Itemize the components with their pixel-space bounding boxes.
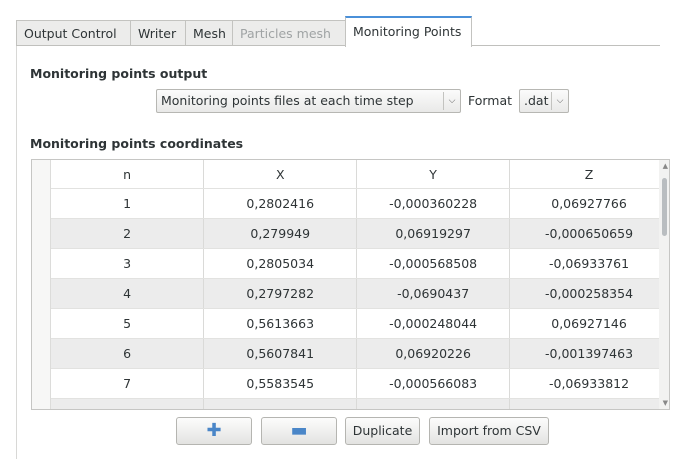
- duplicate-button[interactable]: Duplicate: [345, 417, 420, 445]
- tab-writer[interactable]: Writer: [130, 20, 186, 46]
- cell-x[interactable]: 0,5605911: [203, 398, 358, 409]
- scroll-down-icon[interactable]: ▼: [663, 399, 668, 407]
- table-row[interactable]: 8 0,5605911 0,06904431 0,000937696: [51, 398, 669, 409]
- tab-label: Particles mesh: [240, 26, 331, 41]
- coordinates-table[interactable]: n X Y Z 1 0,2802416 -0,000360228 0,06927…: [31, 159, 670, 410]
- cell-y[interactable]: 0,06904431: [356, 398, 511, 409]
- cell-n: 4: [51, 278, 205, 309]
- cell-n: 2: [51, 218, 205, 249]
- import-csv-button[interactable]: Import from CSV: [429, 417, 549, 445]
- row-header-gutter: [32, 160, 51, 409]
- cell-x[interactable]: 0,5607841: [203, 338, 358, 369]
- table-row[interactable]: 2 0,279949 0,06919297 -0,000650659: [51, 218, 669, 249]
- add-point-button[interactable]: ✚: [176, 417, 252, 445]
- cell-z[interactable]: -0,000258354: [509, 278, 669, 309]
- cell-x[interactable]: 0,2805034: [203, 248, 358, 279]
- table-header-row: n X Y Z: [51, 160, 669, 189]
- cell-y[interactable]: -0,000566083: [356, 368, 511, 399]
- cell-y[interactable]: -0,000360228: [356, 188, 511, 219]
- minus-icon: ▬: [290, 420, 308, 441]
- cell-x[interactable]: 0,5583545: [203, 368, 358, 399]
- cell-z[interactable]: 0,000937696: [509, 398, 669, 409]
- format-combo[interactable]: .dat ⌵: [519, 89, 569, 113]
- tab-particles-mesh: Particles mesh: [232, 20, 346, 46]
- cell-n: 7: [51, 368, 205, 399]
- column-header-y[interactable]: Y: [356, 160, 511, 189]
- cell-z[interactable]: -0,000650659: [509, 218, 669, 249]
- format-value: .dat: [524, 93, 549, 108]
- tab-bar: Output Control Writer Mesh Particles mes…: [16, 16, 660, 47]
- cell-n: 5: [51, 308, 205, 339]
- tab-monitoring-points[interactable]: Monitoring Points: [345, 16, 472, 47]
- tab-mesh[interactable]: Mesh: [185, 20, 233, 46]
- cell-n: 3: [51, 248, 205, 279]
- tab-label: Mesh: [193, 26, 226, 41]
- cell-z[interactable]: 0,06927766: [509, 188, 669, 219]
- tab-label: Monitoring Points: [353, 24, 462, 39]
- cell-x[interactable]: 0,2797282: [203, 278, 358, 309]
- output-frequency-combo[interactable]: Monitoring points files at each time ste…: [156, 89, 461, 113]
- column-header-z[interactable]: Z: [509, 160, 669, 189]
- table-row[interactable]: 3 0,2805034 -0,000568508 -0,06933761: [51, 248, 669, 279]
- cell-z[interactable]: -0,001397463: [509, 338, 669, 369]
- tab-label: Writer: [138, 26, 177, 41]
- table-row[interactable]: 6 0,5607841 0,06920226 -0,001397463: [51, 338, 669, 369]
- cell-y[interactable]: 0,06919297: [356, 218, 511, 249]
- table-row[interactable]: 1 0,2802416 -0,000360228 0,06927766: [51, 188, 669, 219]
- cell-n: 8: [51, 398, 205, 409]
- scrollbar-thumb[interactable]: [662, 178, 667, 236]
- remove-point-button[interactable]: ▬: [261, 417, 337, 445]
- table-vertical-scrollbar[interactable]: ▲ ▼: [659, 160, 669, 409]
- cell-z[interactable]: -0,06933761: [509, 248, 669, 279]
- table-row[interactable]: 7 0,5583545 -0,000566083 -0,06933812: [51, 368, 669, 399]
- cell-y[interactable]: -0,000248044: [356, 308, 511, 339]
- chevron-down-icon: ⌵: [551, 92, 568, 110]
- cell-y[interactable]: 0,06920226: [356, 338, 511, 369]
- table-row[interactable]: 4 0,2797282 -0,0690437 -0,000258354: [51, 278, 669, 309]
- cell-y[interactable]: -0,000568508: [356, 248, 511, 279]
- monitoring-output-heading: Monitoring points output: [30, 66, 208, 81]
- tab-label: Output Control: [24, 26, 117, 41]
- cell-x[interactable]: 0,5613663: [203, 308, 358, 339]
- table-row[interactable]: 5 0,5613663 -0,000248044 0,06927146: [51, 308, 669, 339]
- cell-z[interactable]: 0,06927146: [509, 308, 669, 339]
- cell-x[interactable]: 0,2802416: [203, 188, 358, 219]
- cell-n: 6: [51, 338, 205, 369]
- output-frequency-value: Monitoring points files at each time ste…: [161, 93, 414, 108]
- cell-z[interactable]: -0,06933812: [509, 368, 669, 399]
- cell-y[interactable]: -0,0690437: [356, 278, 511, 309]
- monitoring-coordinates-heading: Monitoring points coordinates: [30, 136, 244, 151]
- scroll-up-icon[interactable]: ▲: [663, 162, 668, 170]
- format-label: Format: [468, 93, 513, 108]
- column-header-n[interactable]: n: [51, 160, 205, 189]
- column-header-x[interactable]: X: [203, 160, 358, 189]
- cell-x[interactable]: 0,279949: [203, 218, 358, 249]
- plus-icon: ✚: [206, 420, 222, 441]
- cell-n: 1: [51, 188, 205, 219]
- tab-output-control[interactable]: Output Control: [16, 20, 131, 46]
- chevron-down-icon: ⌵: [443, 92, 460, 110]
